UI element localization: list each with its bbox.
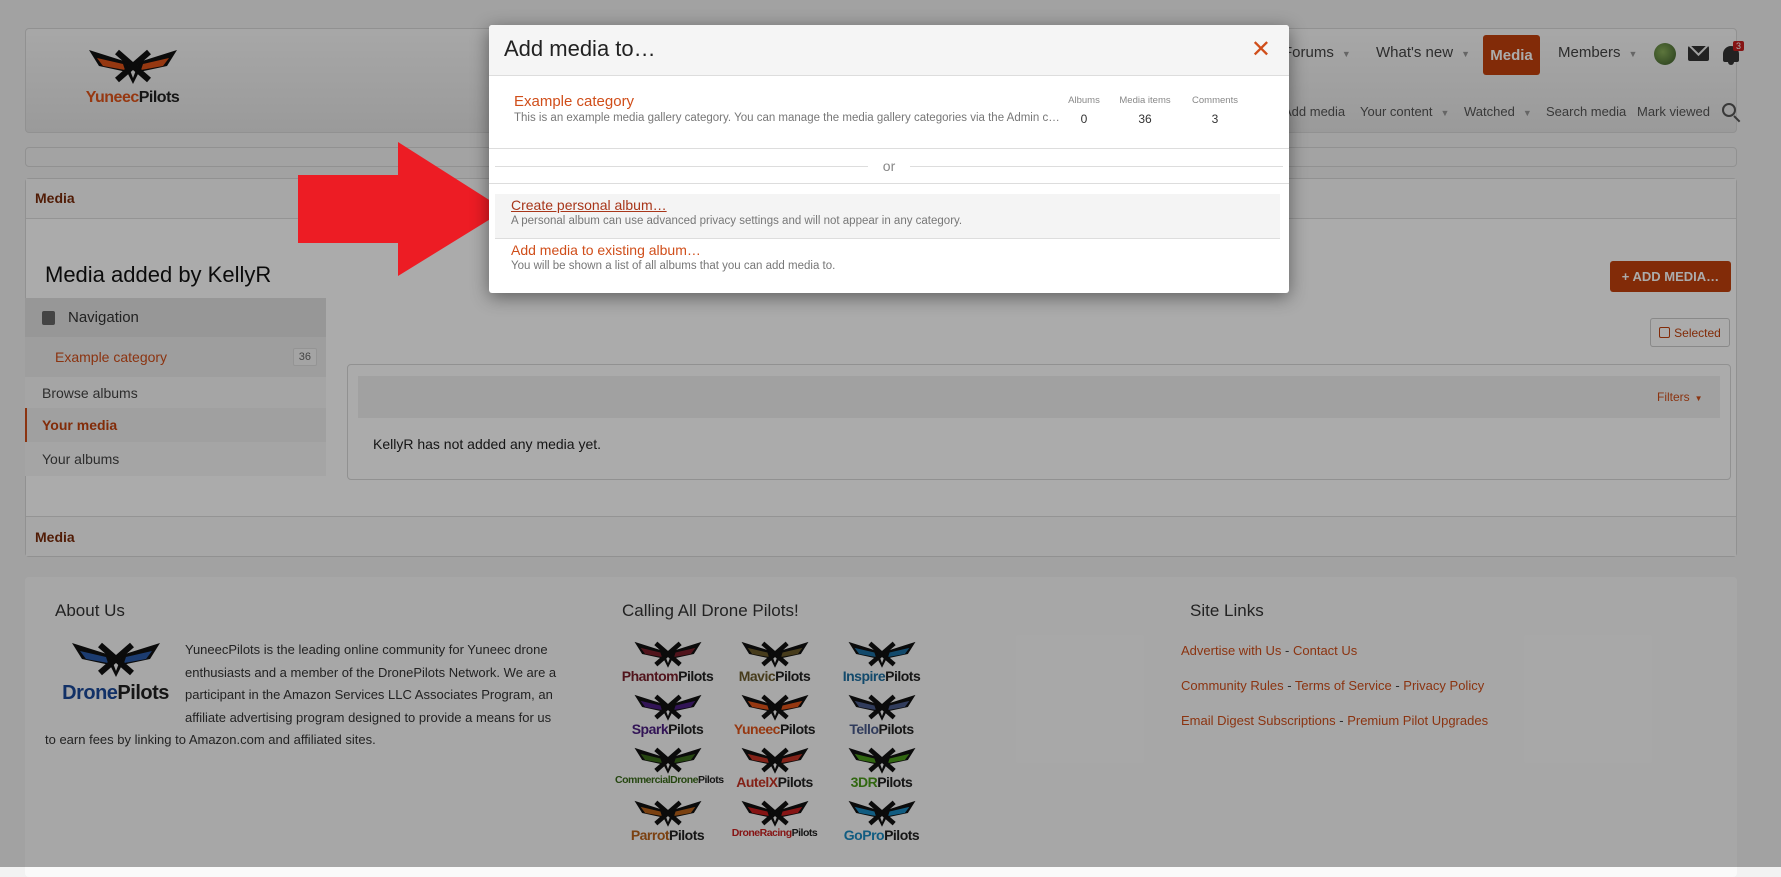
- or-separator: or: [489, 149, 1289, 184]
- category-description: This is an example media gallery categor…: [514, 112, 1060, 124]
- stat-comments: Comments 3: [1186, 95, 1244, 126]
- option-label[interactable]: Add media to existing album…: [511, 242, 1280, 258]
- stat-media-items: Media items 36: [1110, 95, 1180, 126]
- stat-value: 36: [1138, 112, 1152, 126]
- stat-label: Comments: [1192, 95, 1238, 106]
- option-description: A personal album can use advanced privac…: [511, 215, 963, 227]
- option-label[interactable]: Create personal album…: [511, 197, 1280, 213]
- dialog-title: Add media to…: [504, 36, 656, 61]
- red-arrow-annotation: [298, 142, 505, 276]
- option-description: You will be shown a list of all albums t…: [511, 260, 836, 272]
- category-row[interactable]: Example category This is an example medi…: [489, 76, 1289, 149]
- stat-label: Albums: [1068, 95, 1100, 106]
- add-media-dialog: Add media to… ✕ Example category This is…: [489, 25, 1289, 293]
- category-name[interactable]: Example category: [514, 93, 634, 110]
- option-add-to-existing-album[interactable]: Add media to existing album… You will be…: [495, 239, 1280, 284]
- stat-label: Media items: [1119, 95, 1171, 106]
- stat-value: 0: [1080, 112, 1088, 126]
- stat-value: 3: [1211, 112, 1219, 126]
- or-label: or: [882, 158, 896, 174]
- stat-albums: Albums 0: [1059, 95, 1109, 126]
- close-icon[interactable]: ✕: [1251, 35, 1271, 64]
- option-create-personal-album[interactable]: Create personal album… A personal album …: [495, 194, 1280, 239]
- dialog-header: Add media to… ✕: [489, 25, 1289, 76]
